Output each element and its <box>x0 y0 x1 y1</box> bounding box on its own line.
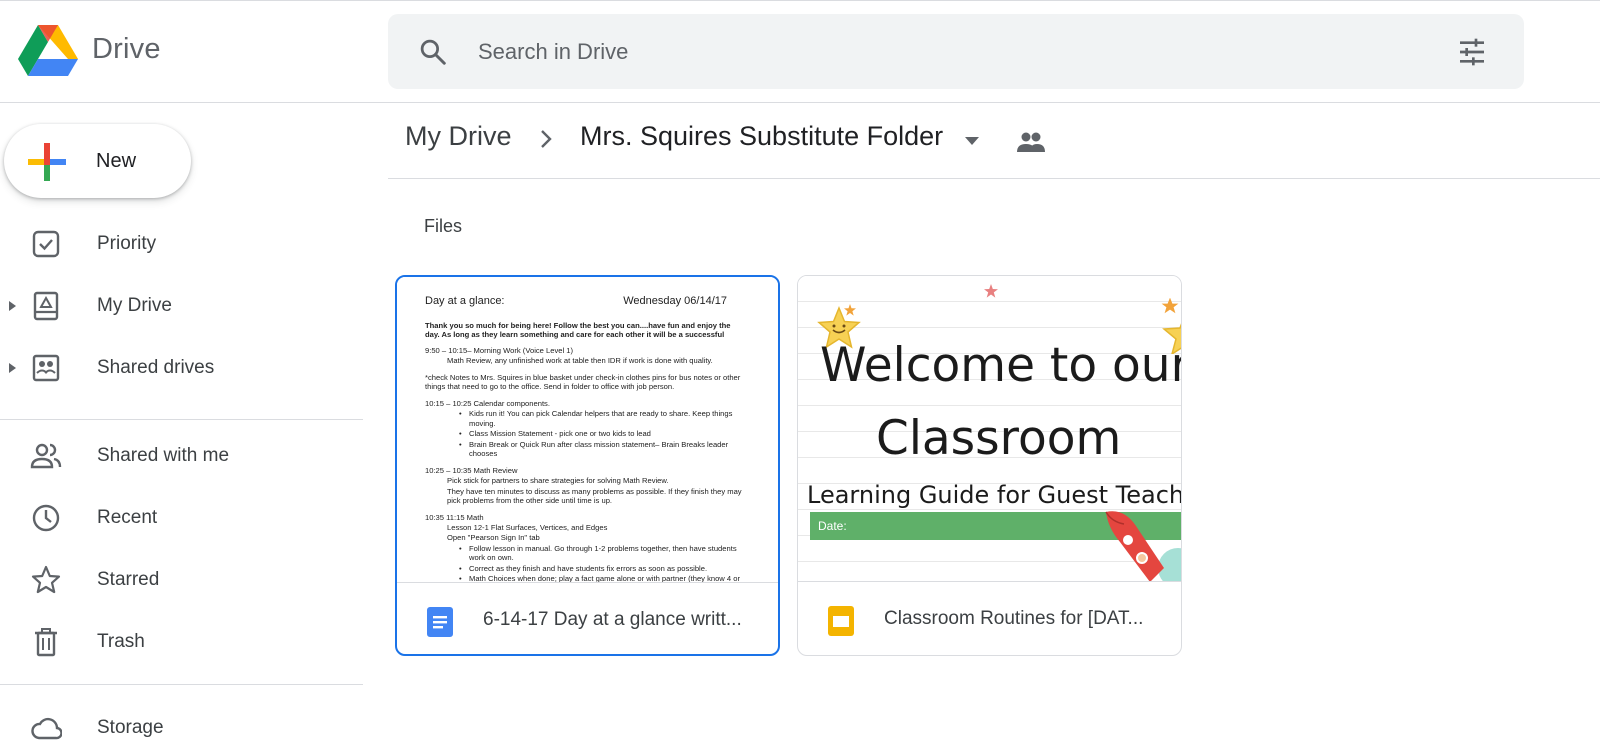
document-preview-line: 9:50 – 10:15– Morning Work (Voice Level … <box>425 345 574 355</box>
files-section-title: Files <box>424 216 463 236</box>
search-bar[interactable] <box>388 14 1524 89</box>
file-name: Classroom Routines for [DAT... <box>884 608 1144 629</box>
document-preview-line: Pick stick for partners to share strateg… <box>447 476 669 486</box>
document-preview-line: Open "Pearson Sign In" tab <box>447 533 540 543</box>
file-thumbnail: Day at a glance: Wednesday 06/14/17 Than… <box>397 277 778 582</box>
document-preview-title: Day at a glance: <box>425 295 505 307</box>
breadcrumb-root-link[interactable]: My Drive <box>405 121 512 152</box>
small-star-icon <box>984 284 998 298</box>
sidebar-item-shared-with-me[interactable]: Shared with me <box>0 430 363 482</box>
sidebar-item-label: Storage <box>97 717 164 738</box>
star-icon <box>31 565 61 594</box>
caret-down-icon[interactable] <box>963 135 981 147</box>
cloud-icon <box>31 717 62 740</box>
document-preview-body: Thank you so much for being here! Follow… <box>425 321 745 582</box>
document-preview-line: *check Notes to Mrs. Squires in blue bas… <box>425 372 741 392</box>
new-button[interactable]: New <box>4 124 191 198</box>
sidebar-item-trash[interactable]: Trash <box>0 616 363 668</box>
document-preview-line: Class Mission Statement - pick one or tw… <box>425 429 745 439</box>
document-preview: Day at a glance: Wednesday 06/14/17 Than… <box>425 295 745 582</box>
file-card-footer: Classroom Routines for [DAT... <box>798 581 1181 655</box>
sidebar-item-label: Shared with me <box>97 445 230 466</box>
document-preview-line: Kids run it! You can pick Calendar helpe… <box>425 409 745 428</box>
small-star-icon <box>844 304 856 316</box>
priority-check-icon <box>32 230 60 258</box>
sidebar-divider <box>0 419 363 420</box>
document-preview-line: They have ten minutes to discuss as many… <box>447 486 742 506</box>
file-card-doc[interactable]: Day at a glance: Wednesday 06/14/17 Than… <box>395 275 780 656</box>
sidebar-item-starred[interactable]: Starred <box>0 554 363 606</box>
file-card-slides[interactable]: Welcome to our Classroom Learning Guide … <box>797 275 1182 656</box>
search-icon[interactable] <box>418 37 448 67</box>
sidebar-item-shared-drives[interactable]: Shared drives <box>0 342 363 394</box>
tune-icon[interactable] <box>1456 36 1488 68</box>
document-preview-line: Math Review, any unfinished work at tabl… <box>447 356 713 366</box>
document-preview-line: 10:25 – 10:35 Math Review <box>425 465 518 475</box>
document-preview-line: Math Choices when done; play a fact game… <box>425 574 745 582</box>
document-preview-line: Correct as they finish and have students… <box>425 564 745 574</box>
expand-arrow-icon[interactable] <box>6 360 18 376</box>
sidebar-item-label: Shared drives <box>97 357 215 378</box>
my-drive-icon <box>33 291 59 321</box>
trash-icon <box>35 628 57 657</box>
file-name: 6-14-17 Day at a glance writt... <box>483 609 742 630</box>
search-input[interactable] <box>478 14 1378 89</box>
sidebar-item-label: Trash <box>97 631 145 652</box>
document-preview-date: Wednesday 06/14/17 <box>623 295 727 307</box>
docs-icon <box>427 607 453 637</box>
sidebar-item-priority[interactable]: Priority <box>0 218 363 270</box>
chevron-right-icon <box>541 130 552 148</box>
sidebar-item-my-drive[interactable]: My Drive <box>0 280 363 332</box>
file-card-footer: 6-14-17 Day at a glance writt... <box>397 582 778 654</box>
document-preview-line: Follow lesson in manual. Go through 1-2 … <box>425 544 745 563</box>
sidebar-item-label: Priority <box>97 233 157 254</box>
app-header: Drive <box>0 3 1600 103</box>
breadcrumb: My Drive Mrs. Squires Substitute Folder <box>388 104 1600 179</box>
document-preview-line: 10:15 – 10:25 Calendar components. <box>425 398 550 408</box>
document-preview-header: Day at a glance: Wednesday 06/14/17 <box>425 295 745 309</box>
app-brand-name: Drive <box>92 33 161 65</box>
sidebar-divider <box>0 684 363 685</box>
slide-title-line-1: Welcome to our <box>820 338 1181 393</box>
sidebar-item-label: Starred <box>97 569 160 590</box>
sidebar-item-label: My Drive <box>97 295 172 316</box>
main-content: My Drive Mrs. Squires Substitute Folder … <box>388 104 1600 740</box>
plus-icon <box>28 143 66 181</box>
shared-drives-icon <box>32 354 60 382</box>
sidebar: New Priority My Drive Shared drives Shar… <box>0 104 363 740</box>
slide-title-line-2: Classroom <box>876 411 1122 466</box>
slide-date-label: Date: <box>818 519 847 533</box>
document-preview-line: Lesson 12-1 Flat Surfaces, Vertices, and… <box>447 522 608 532</box>
new-button-label: New <box>96 150 137 172</box>
sidebar-item-recent[interactable]: Recent <box>0 492 363 544</box>
breadcrumb-current-folder[interactable]: Mrs. Squires Substitute Folder <box>580 121 943 152</box>
shared-folder-people-icon <box>1017 132 1045 152</box>
expand-arrow-icon[interactable] <box>6 298 18 314</box>
slides-icon <box>828 606 854 636</box>
drive-logo-icon[interactable] <box>18 25 78 79</box>
people-icon <box>30 443 62 469</box>
slide-preview: Welcome to our Classroom Learning Guide … <box>798 276 1181 581</box>
file-thumbnail: Welcome to our Classroom Learning Guide … <box>798 276 1181 581</box>
sidebar-item-storage[interactable]: Storage <box>0 702 363 740</box>
document-preview-line: Brain Break or Quick Run after class mis… <box>425 440 745 459</box>
document-preview-line: 10:35 11:15 Math <box>425 512 484 522</box>
clock-icon <box>32 504 60 532</box>
slide-subtitle: Learning Guide for Guest Teacher <box>807 481 1181 509</box>
rocket-icon <box>1105 511 1181 581</box>
sidebar-item-label: Recent <box>97 507 158 528</box>
document-preview-line: Thank you so much for being here! Follow… <box>425 320 731 340</box>
